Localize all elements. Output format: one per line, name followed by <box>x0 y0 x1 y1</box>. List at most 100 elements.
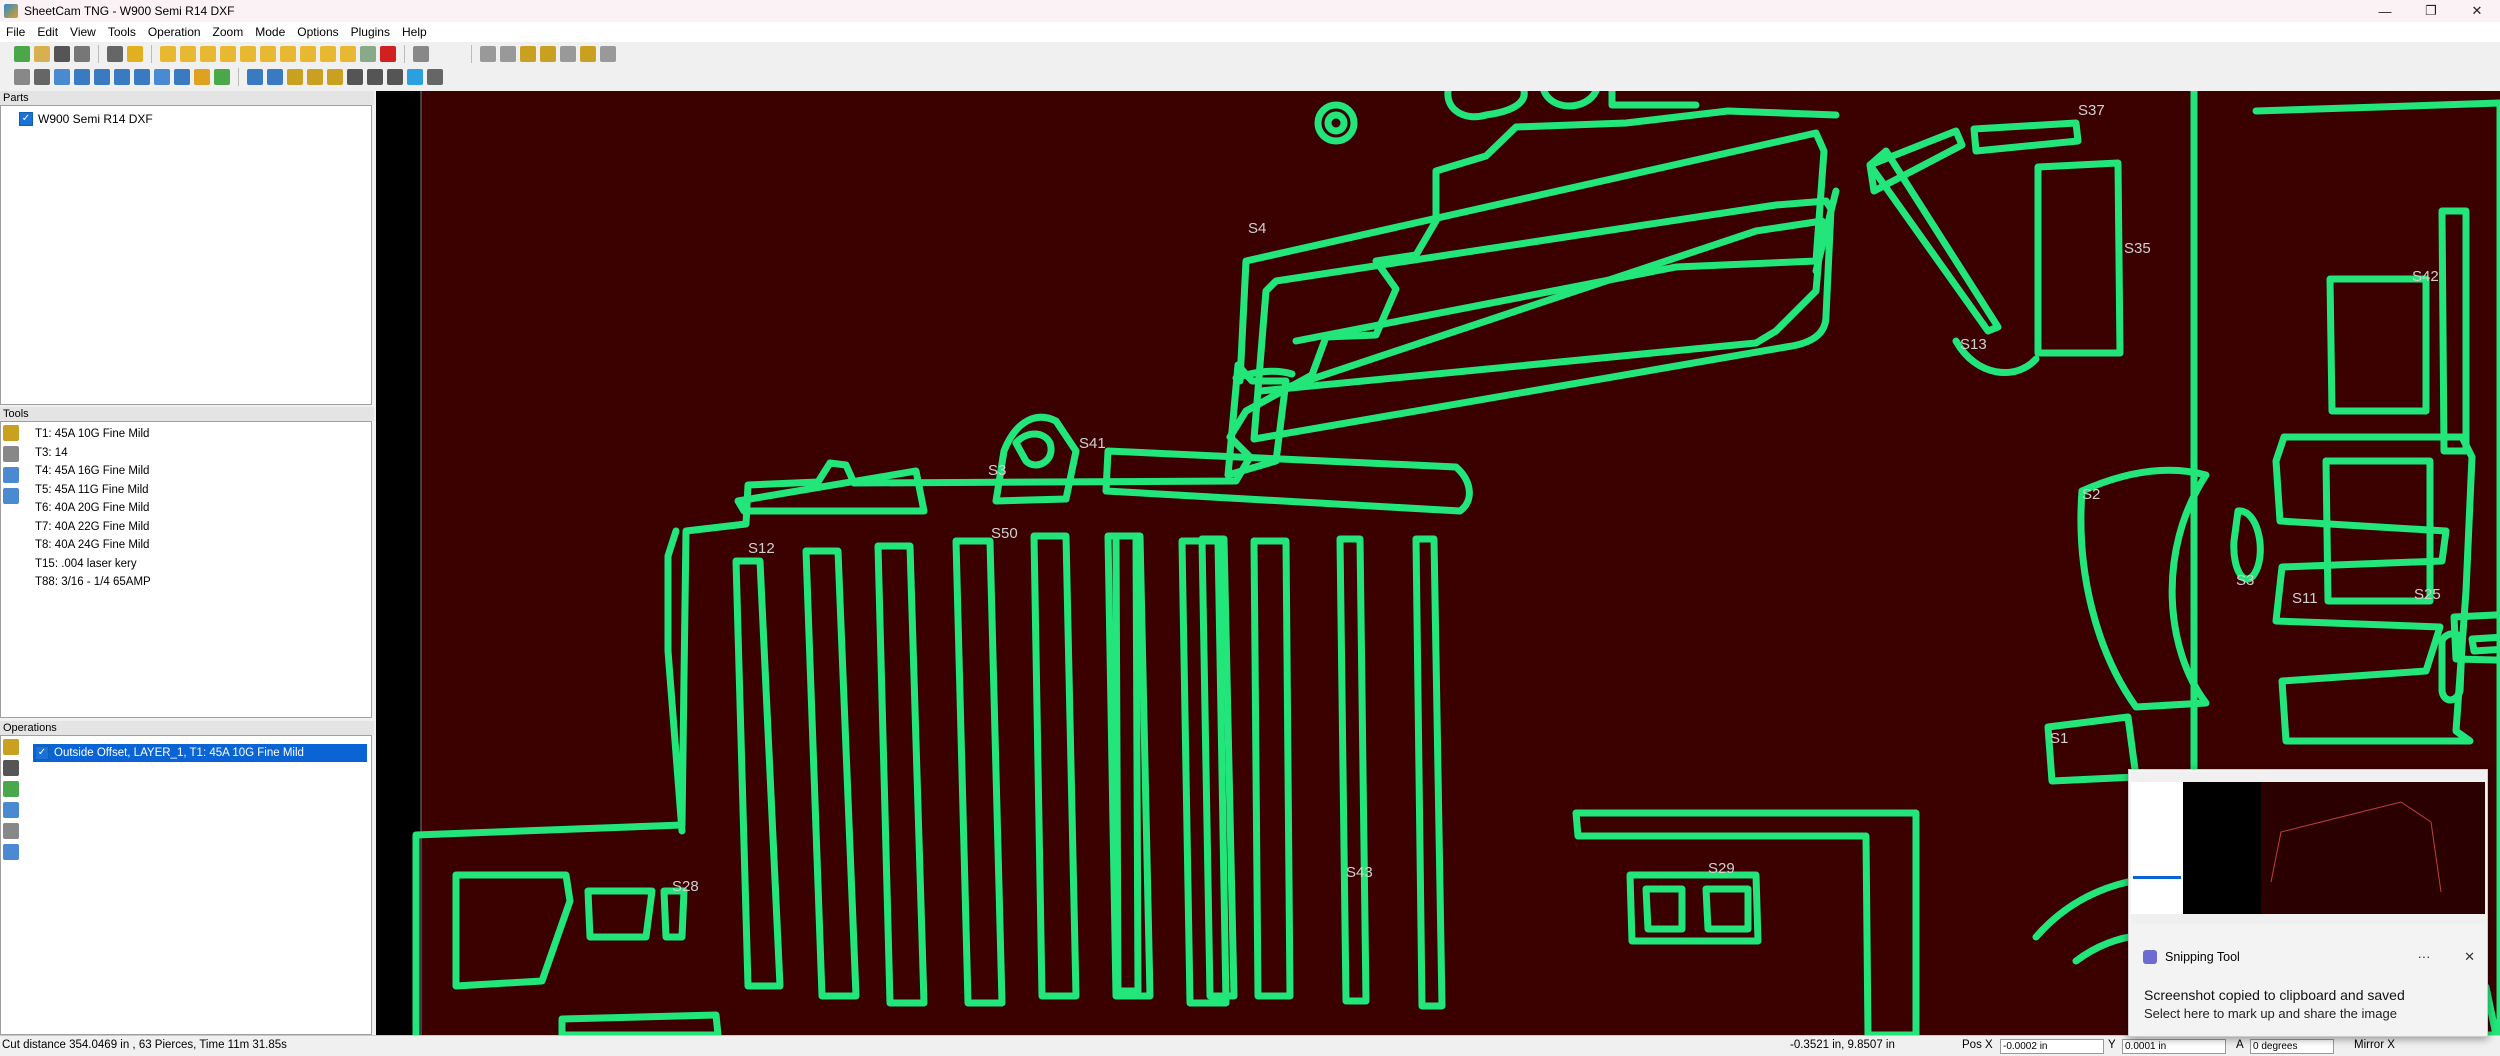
nest-icon[interactable] <box>200 46 216 62</box>
close-button[interactable]: ✕ <box>2454 0 2500 22</box>
copy-part-icon[interactable] <box>300 46 316 62</box>
tab-icon[interactable] <box>174 69 190 85</box>
save-job-icon[interactable] <box>54 46 70 62</box>
maximize-button[interactable]: ❐ <box>2408 0 2454 22</box>
pocket-operation-icon[interactable] <box>3 802 19 818</box>
print-icon[interactable] <box>74 46 90 62</box>
tool-item[interactable]: T8: 40A 24G Fine Mild <box>1 536 371 555</box>
run-icon[interactable] <box>407 69 423 85</box>
tool-item[interactable]: T15: .004 laser kery <box>1 555 371 574</box>
tool-item[interactable]: T3: 14 <box>1 444 371 463</box>
tool-item[interactable]: T4: 45A 16G Fine Mild <box>1 462 371 481</box>
profile-operation-icon[interactable] <box>3 781 19 797</box>
zoom-selection-icon[interactable] <box>540 46 556 62</box>
menu-options[interactable]: Options <box>291 25 344 39</box>
zoom-in-icon[interactable] <box>480 46 496 62</box>
y-value[interactable]: 0.0001 in <box>2122 1039 2226 1054</box>
dimension-icon[interactable] <box>154 69 170 85</box>
zoom-all-icon[interactable] <box>600 46 616 62</box>
menu-plugins[interactable]: Plugins <box>345 25 396 39</box>
tool-item[interactable]: T88: 3/16 - 1/4 65AMP <box>1 573 371 592</box>
edit-tab-icon[interactable] <box>327 69 343 85</box>
part-checkbox[interactable]: ✓ <box>19 112 33 126</box>
menu-mode[interactable]: Mode <box>249 25 291 39</box>
operation-checkbox[interactable]: ✓ <box>35 746 49 760</box>
delete-part-icon[interactable] <box>380 46 396 62</box>
zoom-fit-icon[interactable] <box>520 46 536 62</box>
tool-library-icon[interactable] <box>3 488 19 504</box>
align-part-icon[interactable] <box>340 46 356 62</box>
tools-icon[interactable] <box>14 69 30 85</box>
toast-more-button[interactable]: ··· <box>2417 949 2430 964</box>
start-point-icon[interactable] <box>194 69 210 85</box>
tool-item[interactable]: T6: 40A 20G Fine Mild <box>1 499 371 518</box>
edit-lead-icon[interactable] <box>307 69 323 85</box>
toast-close-button[interactable]: ✕ <box>2464 949 2475 964</box>
line-icon[interactable] <box>114 69 130 85</box>
toast-controls: ··· ✕ <box>2417 949 2475 965</box>
select-contour-icon[interactable] <box>267 69 283 85</box>
left-panel: Parts ✓ W900 Semi R14 DXF Tools T1: 45A … <box>0 91 374 1035</box>
parts-tree: ✓ W900 Semi R14 DXF <box>0 105 372 405</box>
part-options-icon[interactable] <box>360 46 376 62</box>
lead-icon[interactable] <box>134 69 150 85</box>
move-part-icon[interactable] <box>280 46 296 62</box>
menu-tools[interactable]: Tools <box>102 25 142 39</box>
shape-icon[interactable] <box>387 69 403 85</box>
path-icon[interactable] <box>74 69 90 85</box>
drill-operation-icon[interactable] <box>3 760 19 776</box>
tool-item[interactable]: T7: 40A 22G Fine Mild <box>1 518 371 537</box>
screenshot-thumbnail[interactable] <box>2131 772 2485 924</box>
add-tool-icon[interactable] <box>3 425 19 441</box>
menu-file[interactable]: File <box>0 25 31 39</box>
operations-list: ✓ Outside Offset, LAYER_1, T1: 45A 10G F… <box>0 735 372 1035</box>
snipping-tool-toast[interactable]: Snipping Tool ··· ✕ Screenshot copied to… <box>2128 769 2488 1037</box>
engrave-operation-icon[interactable] <box>3 823 19 839</box>
zoom-out-icon[interactable] <box>500 46 516 62</box>
calculator-icon[interactable] <box>107 46 123 62</box>
text-tool-icon[interactable] <box>427 69 443 85</box>
curve-icon[interactable] <box>94 69 110 85</box>
rotate-part-icon[interactable] <box>240 46 256 62</box>
tool-item[interactable]: T1: 45A 10G Fine Mild <box>1 425 371 444</box>
import-drawing-icon[interactable] <box>160 46 176 62</box>
add-operation-icon[interactable] <box>3 739 19 755</box>
post-process-icon[interactable] <box>127 46 143 62</box>
layer-icon[interactable] <box>180 46 196 62</box>
table-icon[interactable] <box>54 69 70 85</box>
scale-part-icon[interactable] <box>260 46 276 62</box>
new-job-icon[interactable] <box>14 46 30 62</box>
mirror-part-icon[interactable] <box>320 46 336 62</box>
part-label-s29: S29 <box>1708 860 1735 877</box>
operation-table-icon[interactable] <box>3 844 19 860</box>
part-item[interactable]: ✓ W900 Semi R14 DXF <box>19 112 153 126</box>
zoom-window-icon[interactable] <box>560 46 576 62</box>
crosshair-icon[interactable] <box>347 69 363 85</box>
measure-icon[interactable] <box>367 69 383 85</box>
tool-table-icon[interactable] <box>3 467 19 483</box>
menu-edit[interactable]: Edit <box>31 25 64 39</box>
angle-label: A <box>2236 1039 2244 1051</box>
menu-operation[interactable]: Operation <box>142 25 207 39</box>
zoom-part-icon[interactable] <box>580 46 596 62</box>
open-job-icon[interactable] <box>34 46 50 62</box>
select-pointer-icon[interactable] <box>247 69 263 85</box>
operation-item[interactable]: ✓ Outside Offset, LAYER_1, T1: 45A 10G F… <box>33 744 367 762</box>
menu-zoom[interactable]: Zoom <box>207 25 250 39</box>
pos-x-value[interactable]: -0.0002 in <box>2000 1039 2104 1054</box>
order-icon[interactable] <box>214 69 230 85</box>
undo-icon[interactable] <box>413 46 429 62</box>
edit-start-icon[interactable] <box>287 69 303 85</box>
angle-field[interactable]: 0 degrees <box>2246 1039 2334 1054</box>
edit-tool-icon[interactable] <box>3 446 19 462</box>
pos-x-field[interactable]: -0.0002 in <box>1996 1039 2104 1054</box>
minimize-button[interactable]: — <box>2362 0 2408 22</box>
array-icon[interactable] <box>220 46 236 62</box>
menu-help[interactable]: Help <box>396 25 433 39</box>
menu-view[interactable]: View <box>64 25 102 39</box>
part-label-s12: S12 <box>748 540 775 557</box>
tool-item[interactable]: T5: 45A 11G Fine Mild <box>1 481 371 500</box>
angle-value[interactable]: 0 degrees <box>2250 1039 2334 1054</box>
layers-icon[interactable] <box>34 69 50 85</box>
y-field[interactable]: 0.0001 in <box>2118 1039 2226 1054</box>
